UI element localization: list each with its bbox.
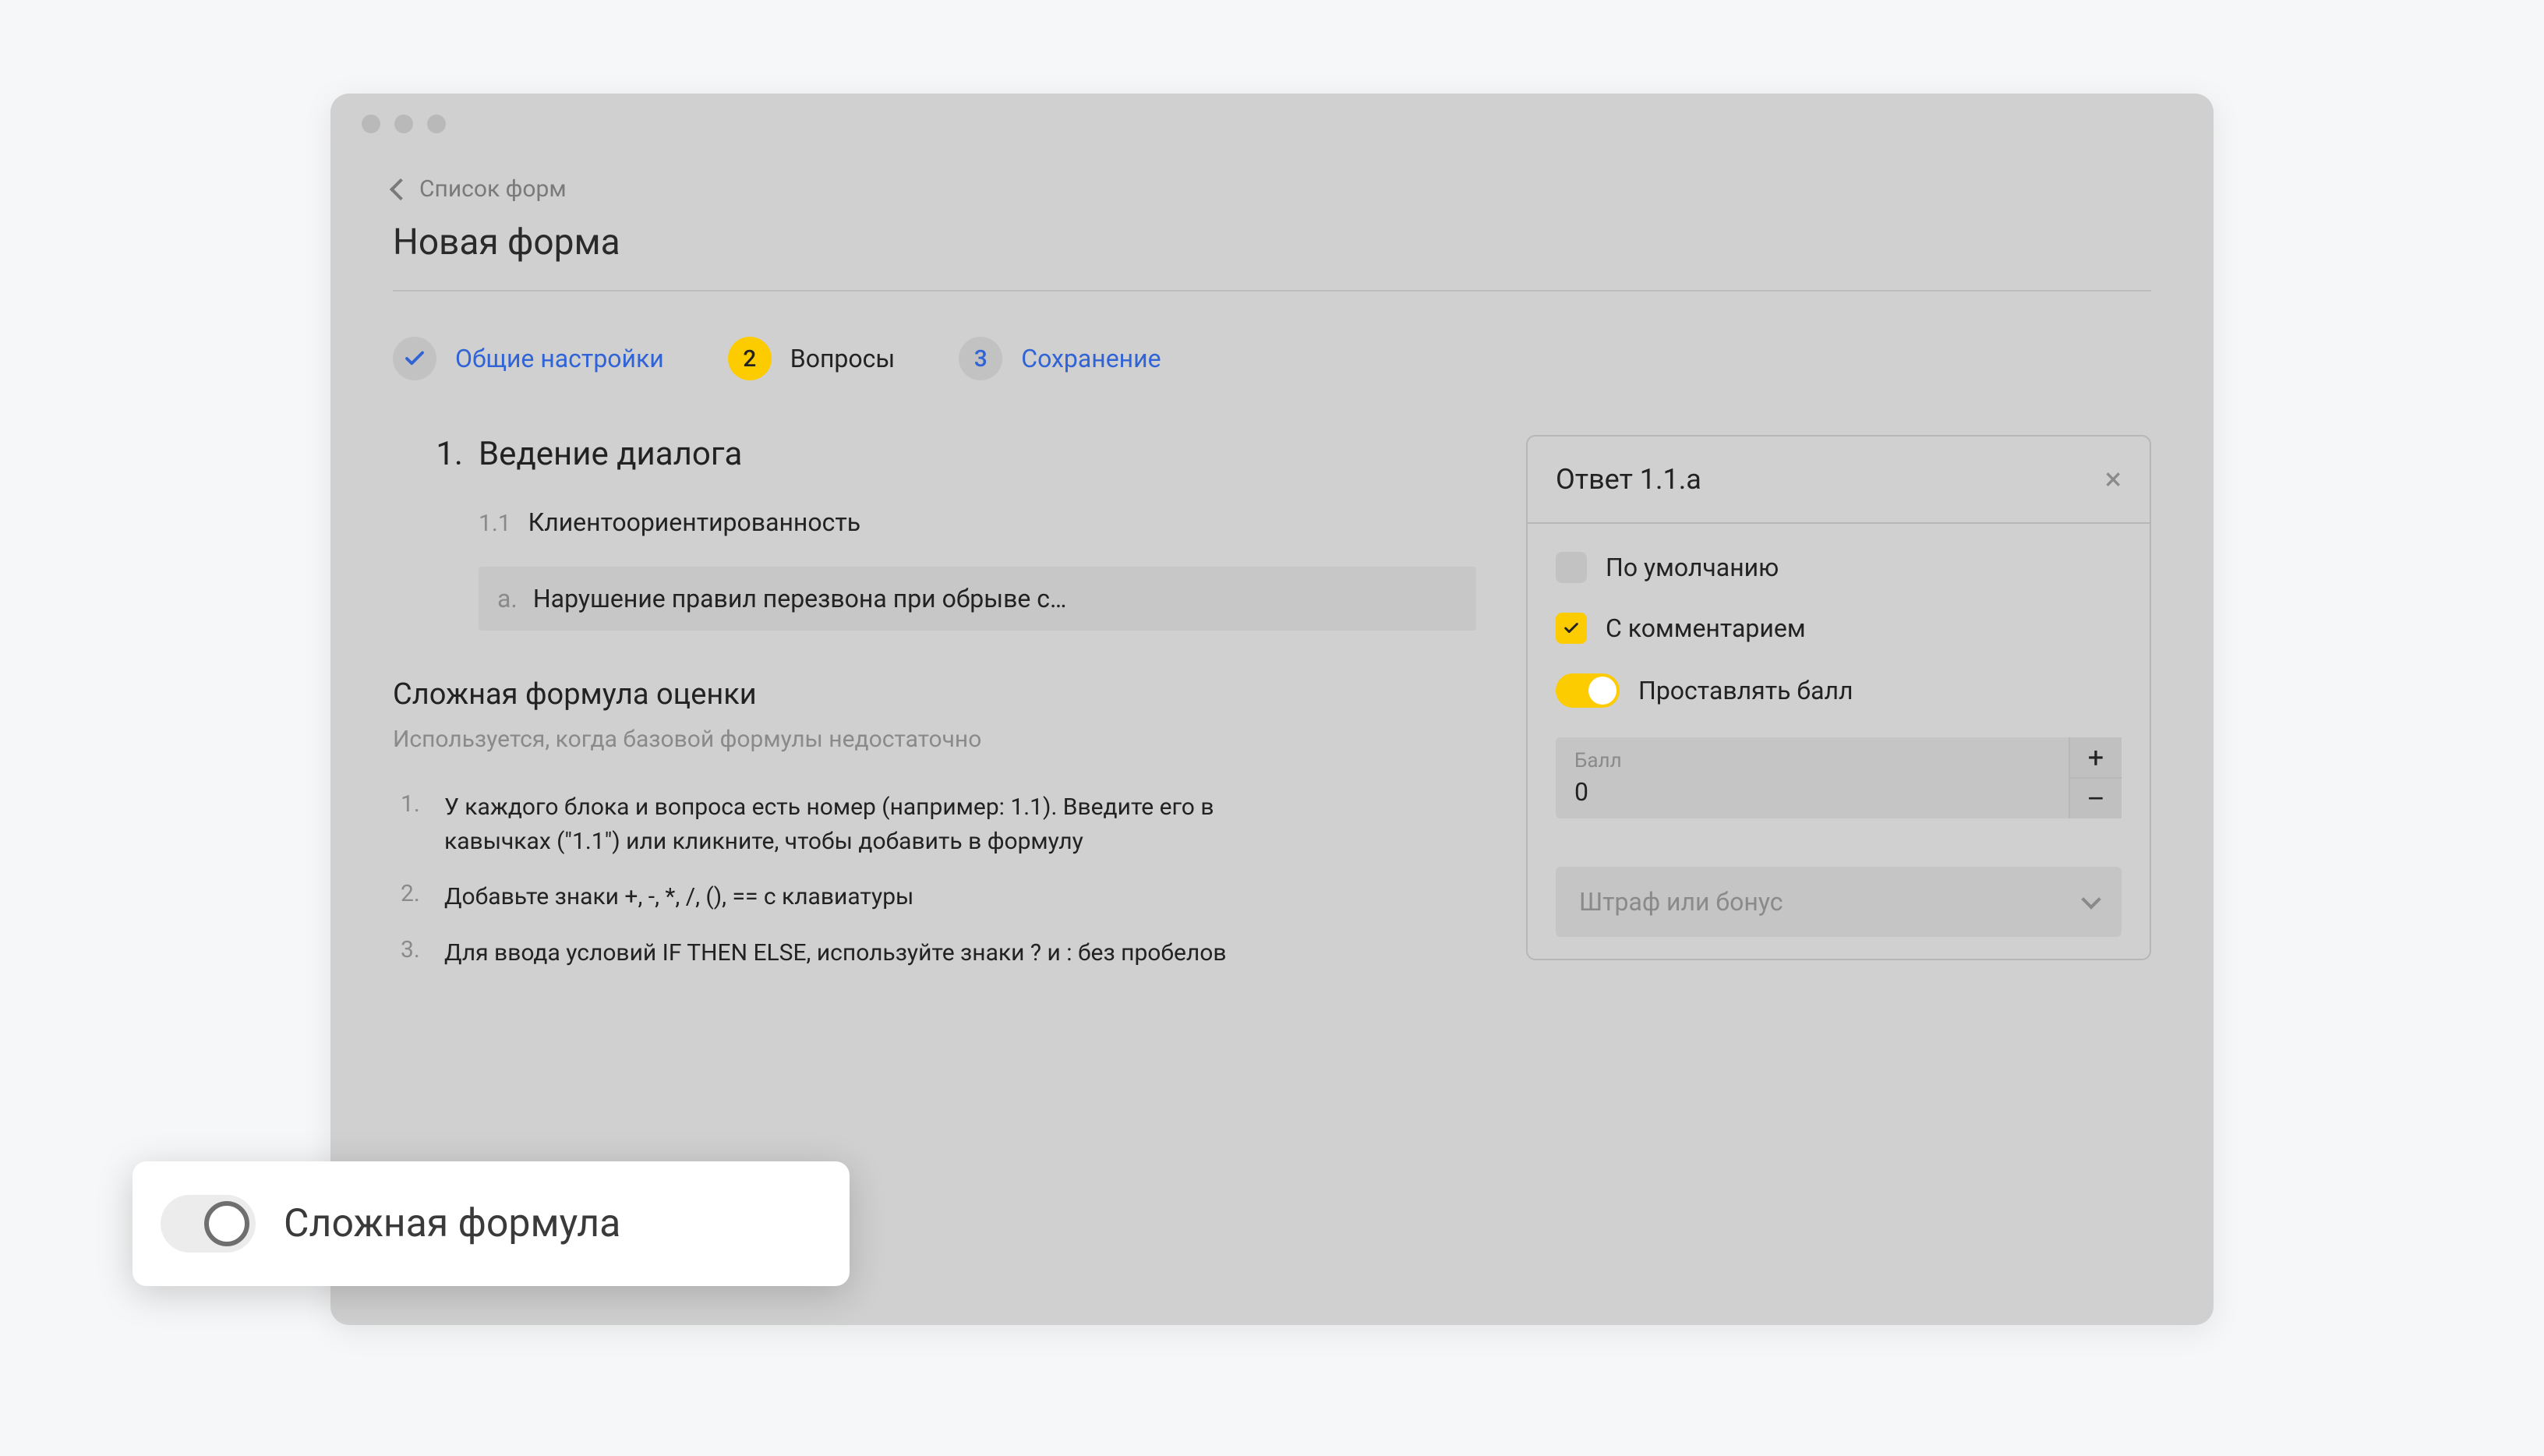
step-3-label: Сохранение	[1021, 344, 1161, 373]
question-title: Клиентоориентированность	[528, 507, 861, 537]
question-row[interactable]: 1.1 Клиентоориентированность	[479, 507, 1476, 537]
list-text: У каждого блока и вопроса есть номер (на…	[444, 790, 1302, 858]
formula-instructions: 1. У каждого блока и вопроса есть номер …	[401, 790, 1476, 970]
list-index: 3.	[401, 936, 424, 970]
traffic-light-minimize[interactable]	[394, 115, 413, 133]
traffic-light-close[interactable]	[362, 115, 380, 133]
step-1-label: Общие настройки	[455, 344, 664, 373]
answer-text: Нарушение правил перезвона при обрыве с…	[533, 584, 1067, 613]
step-3-bubble: 3	[959, 337, 1002, 380]
checkbox-unchecked[interactable]	[1556, 552, 1587, 583]
chevron-down-icon	[2081, 889, 2101, 909]
divider	[393, 290, 2151, 292]
section-number: 1.	[393, 435, 463, 473]
breadcrumb-label: Список форм	[419, 175, 567, 203]
switch-off[interactable]	[161, 1195, 256, 1253]
option-score-label: Проставлять балл	[1638, 676, 1853, 705]
option-comment[interactable]: С комментарием	[1556, 613, 2122, 644]
switch-knob	[1588, 677, 1616, 705]
check-icon	[403, 347, 426, 370]
list-index: 1.	[401, 790, 424, 858]
switch-knob	[204, 1201, 249, 1246]
score-value: 0	[1574, 777, 2050, 807]
complex-formula-callout: Сложная формула	[132, 1161, 850, 1286]
left-pane: 1. Ведение диалога 1.1 Клиентоориентиров…	[393, 435, 1476, 970]
list-item: 3. Для ввода условий IF THEN ELSE, испол…	[401, 936, 1476, 970]
step-2-bubble: 2	[728, 337, 772, 380]
check-icon	[1563, 620, 1580, 637]
breadcrumb-back[interactable]: Список форм	[393, 175, 2151, 203]
section-title: Ведение диалога	[479, 435, 742, 473]
option-default-label: По умолчанию	[1606, 553, 1779, 582]
option-comment-label: С комментарием	[1606, 613, 1806, 643]
answer-option-row[interactable]: a. Нарушение правил перезвона при обрыве…	[479, 567, 1476, 631]
list-text: Для ввода условий IF THEN ELSE, использу…	[444, 936, 1227, 970]
list-item: 1. У каждого блока и вопроса есть номер …	[401, 790, 1476, 858]
step-2-label: Вопросы	[790, 344, 895, 373]
chevron-left-icon	[390, 178, 412, 200]
callout-label: Сложная формула	[284, 1201, 620, 1246]
section-heading: 1. Ведение диалога	[393, 435, 1476, 473]
score-decrement-button[interactable]: –	[2070, 777, 2122, 818]
traffic-light-zoom[interactable]	[427, 115, 446, 133]
list-index: 2.	[401, 880, 424, 914]
checkbox-checked[interactable]	[1556, 613, 1587, 644]
app-window: Список форм Новая форма Общие настройки …	[330, 94, 2214, 1325]
answer-settings-title: Ответ 1.1.a	[1556, 463, 1701, 496]
stepper: Общие настройки 2 Вопросы 3 Сохранение	[393, 337, 2151, 380]
penalty-bonus-label: Штраф или бонус	[1579, 887, 1783, 917]
list-item: 2. Добавьте знаки +, -, *, /, (), == с к…	[401, 880, 1476, 914]
penalty-bonus-select[interactable]: Штраф или бонус	[1556, 867, 2122, 937]
answer-settings-card: Ответ 1.1.a × По умолчанию	[1526, 435, 2151, 960]
switch-on[interactable]	[1556, 673, 1620, 708]
question-number: 1.1	[479, 510, 511, 537]
formula-subheading: Используется, когда базовой формулы недо…	[393, 726, 1476, 753]
step-2[interactable]: 2 Вопросы	[728, 337, 895, 380]
page-title: Новая форма	[393, 221, 2151, 263]
step-1-bubble	[393, 337, 436, 380]
score-label: Балл	[1574, 749, 2050, 772]
option-score-toggle[interactable]: Проставлять балл	[1556, 673, 2122, 708]
step-3[interactable]: 3 Сохранение	[959, 337, 1161, 380]
answer-letter: a.	[497, 584, 518, 613]
close-icon[interactable]: ×	[2105, 464, 2122, 495]
score-stepper: Балл 0 + –	[1556, 737, 2122, 818]
formula-heading: Сложная формула оценки	[393, 677, 1476, 712]
list-text: Добавьте знаки +, -, *, /, (), == с клав…	[444, 880, 913, 914]
score-increment-button[interactable]: +	[2070, 737, 2122, 777]
option-default[interactable]: По умолчанию	[1556, 552, 2122, 583]
score-field[interactable]: Балл 0	[1556, 737, 2069, 818]
step-1[interactable]: Общие настройки	[393, 337, 664, 380]
window-titlebar	[330, 94, 2214, 154]
